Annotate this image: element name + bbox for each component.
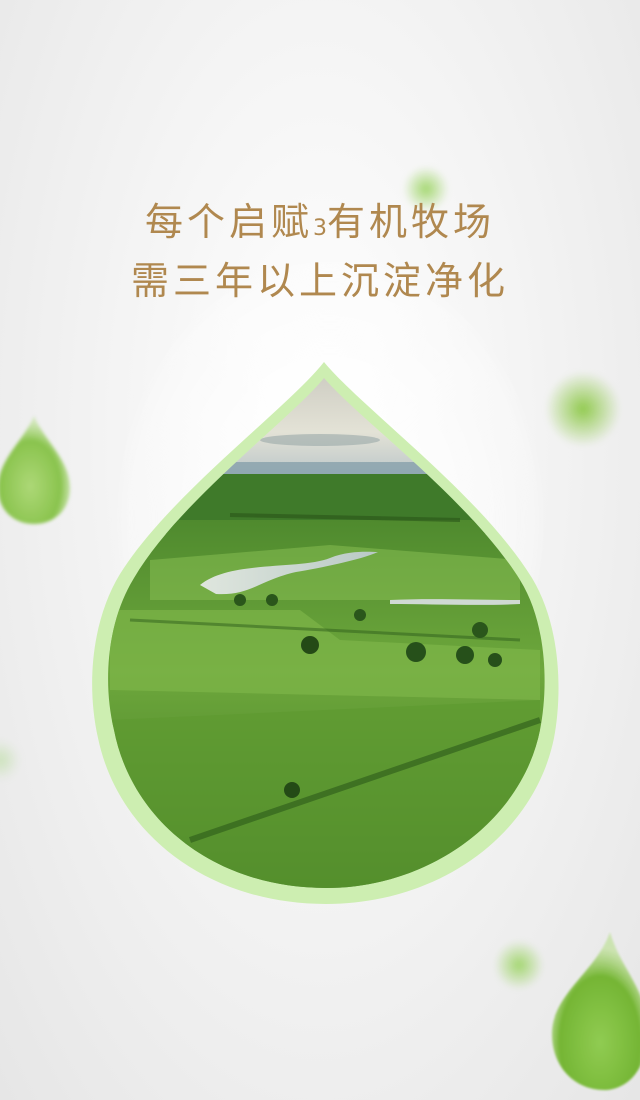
landscape-drop-image <box>92 362 559 904</box>
